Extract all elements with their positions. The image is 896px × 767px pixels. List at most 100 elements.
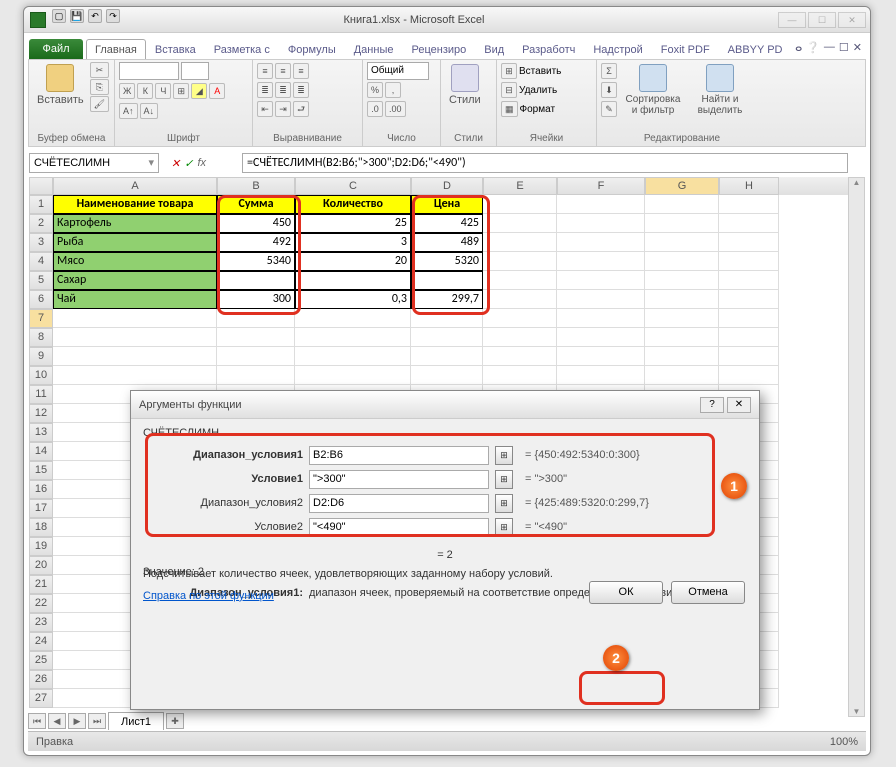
col-header-F[interactable]: F [557, 177, 645, 195]
cell-B9[interactable] [217, 347, 295, 366]
cell-B5[interactable] [217, 271, 295, 290]
maximize-button[interactable]: ☐ [808, 12, 836, 28]
copy-icon[interactable]: ⎘ [90, 79, 109, 95]
format-painter-icon[interactable]: 🖌 [90, 96, 109, 112]
cell-H3[interactable] [719, 233, 779, 252]
undo-icon[interactable]: ↶ [88, 9, 102, 23]
cell-C5[interactable] [295, 271, 411, 290]
cell-C3[interactable]: 3 [295, 233, 411, 252]
cell-B10[interactable] [217, 366, 295, 385]
cell-H7[interactable] [719, 309, 779, 328]
col-header-B[interactable]: B [217, 177, 295, 195]
range-selector-icon[interactable]: ⊞ [495, 470, 513, 489]
cell-A1[interactable]: Наименование товара [53, 195, 217, 214]
styles-button[interactable]: Стили [445, 62, 485, 108]
cell-G7[interactable] [645, 309, 719, 328]
col-header-G[interactable]: G [645, 177, 719, 195]
cell-F10[interactable] [557, 366, 645, 385]
function-help-link[interactable]: Справка по этой функции [143, 590, 274, 602]
tab-nav-last[interactable]: ⏭ [88, 713, 106, 729]
cell-H1[interactable] [719, 195, 779, 214]
row-header-26[interactable]: 26 [29, 670, 53, 689]
cell-H4[interactable] [719, 252, 779, 271]
cell-G4[interactable] [645, 252, 719, 271]
cell-D4[interactable]: 5320 [411, 252, 483, 271]
cell-D6[interactable]: 299,7 [411, 290, 483, 309]
cut-icon[interactable]: ✂ [90, 62, 109, 78]
cell-H2[interactable] [719, 214, 779, 233]
cell-C9[interactable] [295, 347, 411, 366]
tab-nav-first[interactable]: ⏮ [28, 713, 46, 729]
cell-C2[interactable]: 25 [295, 214, 411, 233]
ok-button[interactable]: ОК [589, 581, 663, 604]
cell-D5[interactable] [411, 271, 483, 290]
ribbon-tab-6[interactable]: Вид [475, 39, 513, 59]
fx-icon[interactable]: fx [197, 157, 206, 169]
dialog-help-icon[interactable]: ? [700, 397, 724, 413]
ribbon-tab-10[interactable]: ABBYY PD [719, 39, 792, 59]
cell-C8[interactable] [295, 328, 411, 347]
row-header-25[interactable]: 25 [29, 651, 53, 670]
cell-E4[interactable] [483, 252, 557, 271]
row-header-2[interactable]: 2 [29, 214, 53, 233]
cell-F4[interactable] [557, 252, 645, 271]
cell-C10[interactable] [295, 366, 411, 385]
row-header-8[interactable]: 8 [29, 328, 53, 347]
row-header-14[interactable]: 14 [29, 442, 53, 461]
row-header-5[interactable]: 5 [29, 271, 53, 290]
row-header-7[interactable]: 7 [29, 309, 53, 328]
row-header-12[interactable]: 12 [29, 404, 53, 423]
minimize-ribbon-icon[interactable]: ⴰ [795, 41, 802, 54]
sheet-tab-1[interactable]: Лист1 [108, 712, 164, 730]
row-header-13[interactable]: 13 [29, 423, 53, 442]
save-icon[interactable]: 💾 [70, 9, 84, 23]
bold-button[interactable]: Ж [119, 83, 135, 99]
cell-G9[interactable] [645, 347, 719, 366]
cell-C7[interactable] [295, 309, 411, 328]
row-header-11[interactable]: 11 [29, 385, 53, 404]
dialog-titlebar[interactable]: Аргументы функции ? ✕ [131, 391, 759, 419]
cell-B4[interactable]: 5340 [217, 252, 295, 271]
cell-E1[interactable] [483, 195, 557, 214]
cancel-button[interactable]: Отмена [671, 581, 745, 604]
cell-D2[interactable]: 425 [411, 214, 483, 233]
paste-button[interactable]: Вставить [33, 62, 88, 108]
zoom-level[interactable]: 100% [830, 736, 858, 748]
ribbon-tab-8[interactable]: Надстрой [584, 39, 651, 59]
cell-F1[interactable] [557, 195, 645, 214]
font-selector[interactable] [119, 62, 179, 80]
cell-A7[interactable] [53, 309, 217, 328]
ribbon-tab-5[interactable]: Рецензиро [402, 39, 475, 59]
cell-E7[interactable] [483, 309, 557, 328]
row-header-19[interactable]: 19 [29, 537, 53, 556]
tab-nav-next[interactable]: ▶ [68, 713, 86, 729]
minimize-button[interactable]: — [778, 12, 806, 28]
cell-F8[interactable] [557, 328, 645, 347]
cell-G3[interactable] [645, 233, 719, 252]
row-header-24[interactable]: 24 [29, 632, 53, 651]
row-header-22[interactable]: 22 [29, 594, 53, 613]
cell-H8[interactable] [719, 328, 779, 347]
cell-B2[interactable]: 450 [217, 214, 295, 233]
redo-icon[interactable]: ↷ [106, 9, 120, 23]
cell-B1[interactable]: Сумма [217, 195, 295, 214]
close-button[interactable]: ✕ [838, 12, 866, 28]
vertical-scrollbar[interactable] [848, 177, 865, 717]
range-selector-icon[interactable]: ⊞ [495, 518, 513, 537]
row-header-4[interactable]: 4 [29, 252, 53, 271]
cell-G5[interactable] [645, 271, 719, 290]
cell-F3[interactable] [557, 233, 645, 252]
cell-D1[interactable]: Цена [411, 195, 483, 214]
cell-B7[interactable] [217, 309, 295, 328]
row-header-10[interactable]: 10 [29, 366, 53, 385]
cell-H9[interactable] [719, 347, 779, 366]
row-header-27[interactable]: 27 [29, 689, 53, 708]
help-icon[interactable]: ❔ [806, 41, 820, 54]
name-box[interactable]: СЧЁТЕСЛИМН▾ [29, 153, 159, 173]
font-color-button[interactable]: A [209, 83, 225, 99]
cell-H5[interactable] [719, 271, 779, 290]
fill-button[interactable]: ◢ [191, 83, 207, 99]
cell-C6[interactable]: 0,3 [295, 290, 411, 309]
cell-C1[interactable]: Количество [295, 195, 411, 214]
new-sheet-icon[interactable]: ✚ [166, 713, 184, 729]
